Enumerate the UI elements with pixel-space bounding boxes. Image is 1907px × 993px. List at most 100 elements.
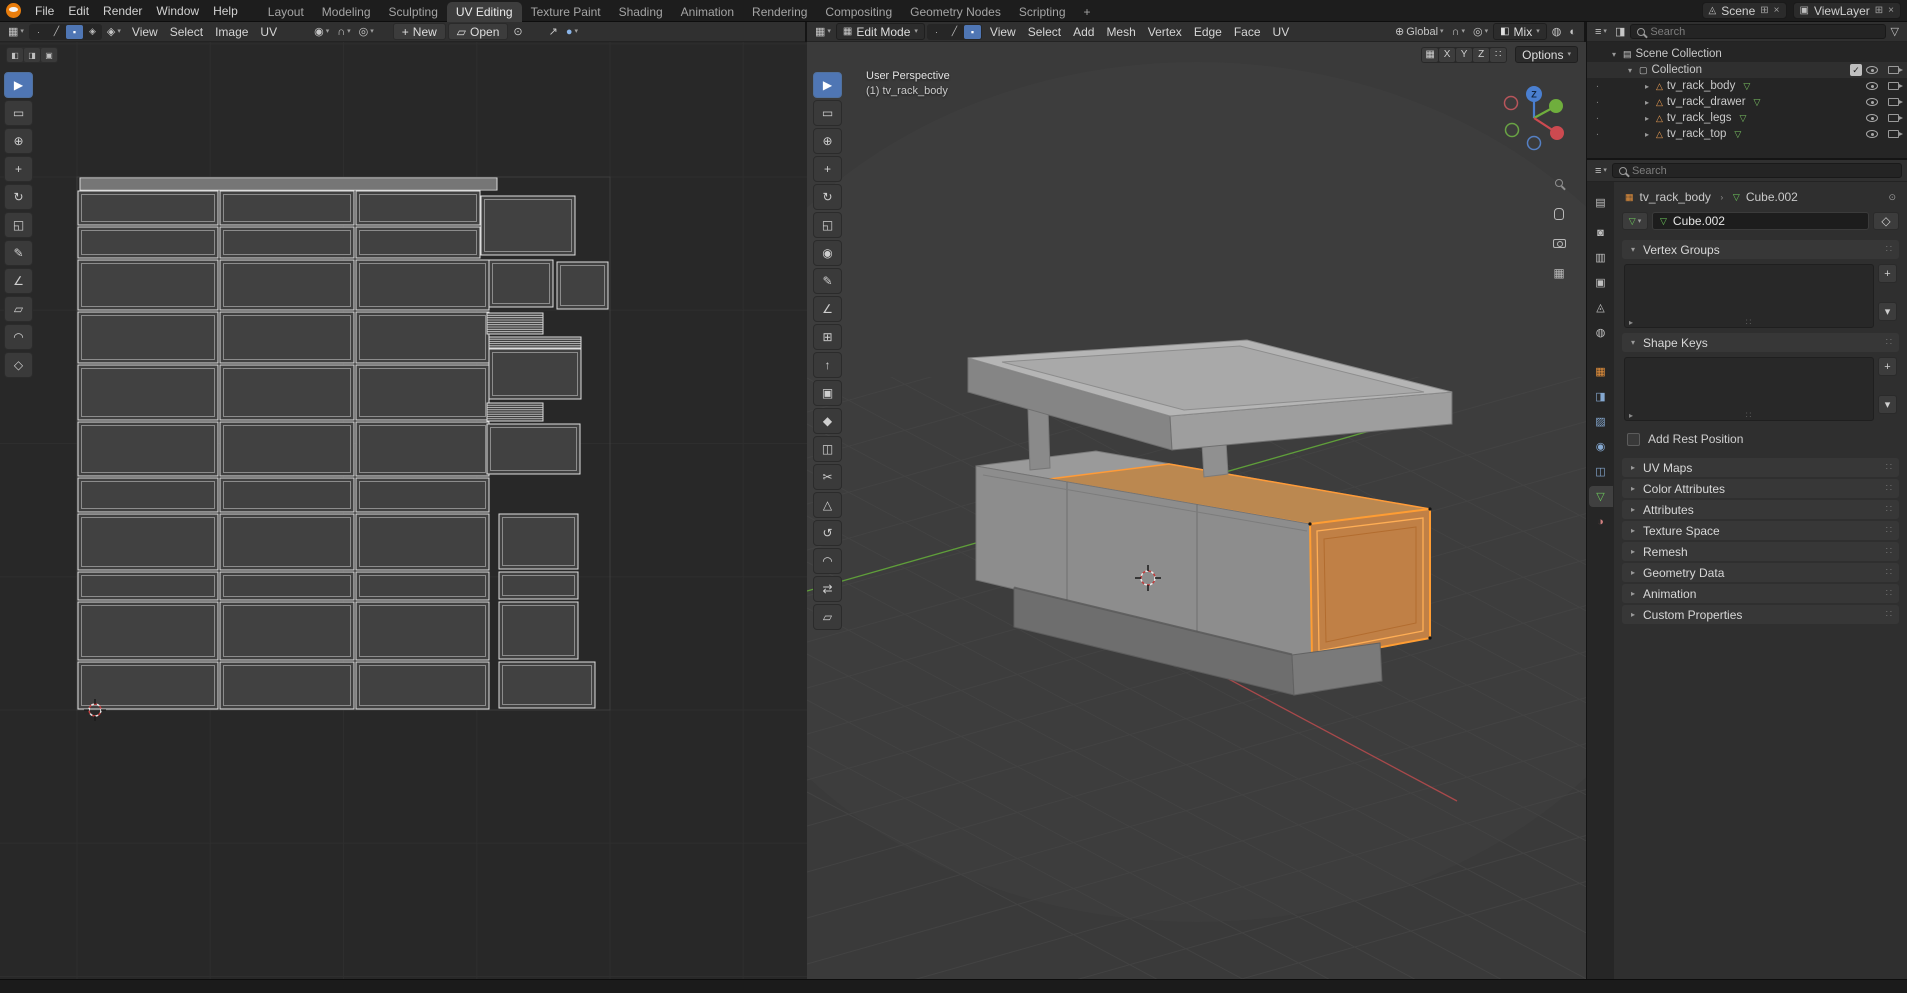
uv-mini-toggle-1[interactable]: ◧ xyxy=(7,48,23,62)
snap-magnet-button[interactable]: ∩▾ xyxy=(1449,24,1468,40)
fake-user-toggle[interactable]: ◇ xyxy=(1873,212,1899,230)
hide-in-viewport-icon[interactable] xyxy=(1866,130,1878,138)
panel-header-attributes[interactable]: ▸Attributes∷ xyxy=(1622,500,1899,519)
vp-loop-cut-tool[interactable]: ◫ xyxy=(813,436,842,462)
properties-editor-type-button[interactable]: ≡▾ xyxy=(1592,163,1610,179)
uv-select-mode-vertex[interactable]: ∙ xyxy=(30,25,47,39)
uv-sticky-mode-button[interactable]: ◈▾ xyxy=(104,24,124,40)
menu-render[interactable]: Render xyxy=(96,1,149,21)
outliner-filter-button[interactable]: ▽ xyxy=(1888,24,1902,40)
uv-select-box-tool[interactable]: ▭ xyxy=(4,100,33,126)
snap-grid-icon[interactable]: ∷ xyxy=(1490,48,1506,62)
uv-menu-view[interactable]: View xyxy=(126,23,164,41)
uv-menu-select[interactable]: Select xyxy=(164,23,209,41)
properties-tab-scene[interactable]: ◬ xyxy=(1589,297,1613,318)
uv-mini-toggle-2[interactable]: ◨ xyxy=(24,48,40,62)
disable-in-render-icon[interactable] xyxy=(1888,82,1899,90)
uv-cursor-tool[interactable]: ⊕ xyxy=(4,128,33,154)
panel-header-animation[interactable]: ▸Animation∷ xyxy=(1622,584,1899,603)
new-viewlayer-button[interactable]: ⊞ xyxy=(1875,5,1883,16)
workspace-tab-shading[interactable]: Shading xyxy=(610,2,672,22)
options-dropdown[interactable]: Options▾ xyxy=(1515,46,1578,63)
uv-editor-type-button[interactable]: ▦▾ xyxy=(5,24,27,40)
vp-rotate-tool[interactable]: ↻ xyxy=(813,184,842,210)
properties-tab-world[interactable]: ◍ xyxy=(1589,322,1613,343)
disclosure-icon[interactable]: ▾ xyxy=(1609,50,1619,59)
menu-help[interactable]: Help xyxy=(206,1,245,21)
workspace-tab-scripting[interactable]: Scripting xyxy=(1010,2,1075,22)
outliner-row-scene-collection[interactable]: ▾▤Scene Collection xyxy=(1587,46,1907,62)
properties-search[interactable] xyxy=(1612,163,1902,178)
disable-in-render-icon[interactable] xyxy=(1888,130,1899,138)
viewport-menu-add[interactable]: Add xyxy=(1067,23,1100,41)
axis-x-negative[interactable] xyxy=(1505,97,1518,110)
uv-select-mode-face[interactable]: ▪ xyxy=(66,25,83,39)
panel-header-geometry-data[interactable]: ▸Geometry Data∷ xyxy=(1622,563,1899,582)
selected-drawer-face[interactable] xyxy=(1310,509,1430,660)
overlays-toggle-button[interactable]: ◍ xyxy=(1549,24,1565,40)
camera-view-button[interactable] xyxy=(1548,232,1570,254)
axis-y-negative[interactable] xyxy=(1506,124,1519,137)
vp-edge-slide-tool[interactable]: ⇄ xyxy=(813,576,842,602)
shape-keys-specials-button[interactable]: ▾ xyxy=(1878,395,1897,414)
viewport-menu-face[interactable]: Face xyxy=(1228,23,1267,41)
object-name[interactable]: tv_rack_drawer xyxy=(1667,96,1746,108)
panel-header-color-attributes[interactable]: ▸Color Attributes∷ xyxy=(1622,479,1899,498)
viewport-menu-edge[interactable]: Edge xyxy=(1188,23,1228,41)
mesh-select-mode-edge[interactable]: ╱ xyxy=(946,25,963,39)
vp-inset-faces-tool[interactable]: ▣ xyxy=(813,380,842,406)
workspace-tab-layout[interactable]: Layout xyxy=(259,2,313,22)
uv-select-mode-edge[interactable]: ╱ xyxy=(48,25,65,39)
list-resize-grip-icon[interactable]: ∷ xyxy=(1746,410,1753,421)
add-shape-keys-button[interactable]: + xyxy=(1878,357,1897,376)
remove-viewlayer-button[interactable]: × xyxy=(1888,5,1894,16)
new-image-button[interactable]: +New xyxy=(393,23,446,40)
vp-measure-tool[interactable]: ∠ xyxy=(813,296,842,322)
add-workspace-button[interactable]: + xyxy=(1075,2,1100,22)
vp-smooth-tool[interactable]: ◠ xyxy=(813,548,842,574)
uv-measure-tool[interactable]: ∠ xyxy=(4,268,33,294)
vp-add-cube-tool[interactable]: ⊞ xyxy=(813,324,842,350)
vp-scale-tool[interactable]: ◱ xyxy=(813,212,842,238)
menu-window[interactable]: Window xyxy=(149,1,206,21)
outliner-row-tv-rack-drawer[interactable]: ∙▸△tv_rack_drawer▽ xyxy=(1587,94,1907,110)
properties-tab-physics[interactable]: ◉ xyxy=(1589,436,1613,457)
vp-annotate-tool[interactable]: ✎ xyxy=(813,268,842,294)
uv-overlay-toggle-button[interactable]: ●▾ xyxy=(563,24,581,40)
properties-tab-output[interactable]: ▥ xyxy=(1589,247,1613,268)
disclosure-icon[interactable]: ▾ xyxy=(1625,66,1635,75)
list-filter-toggle-icon[interactable]: ▸ xyxy=(1629,411,1633,420)
open-image-button[interactable]: ▱Open xyxy=(448,23,509,40)
properties-tab-view-layer[interactable]: ▣ xyxy=(1589,272,1613,293)
properties-tab-tool[interactable]: ▤ xyxy=(1589,192,1613,213)
id-type-selector[interactable]: ▽▾ xyxy=(1622,212,1648,230)
panel-header-remesh[interactable]: ▸Remesh∷ xyxy=(1622,542,1899,561)
properties-tab-constraints[interactable]: ◫ xyxy=(1589,461,1613,482)
mode-dropdown[interactable]: ▦Edit Mode▾ xyxy=(836,23,925,40)
toggle-orthographic-button[interactable]: ▦ xyxy=(1548,262,1570,284)
mesh-select-mode-vertex[interactable]: ∙ xyxy=(928,25,945,39)
viewport-menu-uv[interactable]: UV xyxy=(1267,23,1296,41)
disclosure-icon[interactable]: ▸ xyxy=(1642,130,1652,139)
unlink-scene-button[interactable]: × xyxy=(1774,5,1780,16)
outliner-row-tv-rack-body[interactable]: ∙▸△tv_rack_body▽ xyxy=(1587,78,1907,94)
panel-header-texture-space[interactable]: ▸Texture Space∷ xyxy=(1622,521,1899,540)
outliner-search-input[interactable] xyxy=(1650,26,1878,38)
properties-tab-object-data[interactable]: ▽ xyxy=(1589,486,1613,507)
outliner-display-mode-button[interactable]: ◨ xyxy=(1612,24,1628,40)
uv-rotate-tool[interactable]: ↻ xyxy=(4,184,33,210)
disclosure-icon[interactable]: ▸ xyxy=(1642,82,1652,91)
mirror-icon[interactable]: ▦ xyxy=(1422,48,1438,62)
uv-menu-image[interactable]: Image xyxy=(209,23,254,41)
pan-tool-button[interactable] xyxy=(1548,203,1570,225)
workspace-tab-texture-paint[interactable]: Texture Paint xyxy=(522,2,610,22)
workspace-tab-sculpting[interactable]: Sculpting xyxy=(380,2,447,22)
workspace-tab-uv-editing[interactable]: UV Editing xyxy=(447,2,522,22)
workspace-tab-compositing[interactable]: Compositing xyxy=(816,2,901,22)
object-name[interactable]: tv_rack_legs xyxy=(1667,112,1732,124)
uv-relax-tool[interactable]: ◇ xyxy=(4,352,33,378)
viewport-menu-select[interactable]: Select xyxy=(1022,23,1067,41)
workspace-tab-geometry-nodes[interactable]: Geometry Nodes xyxy=(901,2,1010,22)
vp-select-box-tool[interactable]: ▭ xyxy=(813,100,842,126)
uv-tweak-tool[interactable]: ▶ xyxy=(4,72,33,98)
